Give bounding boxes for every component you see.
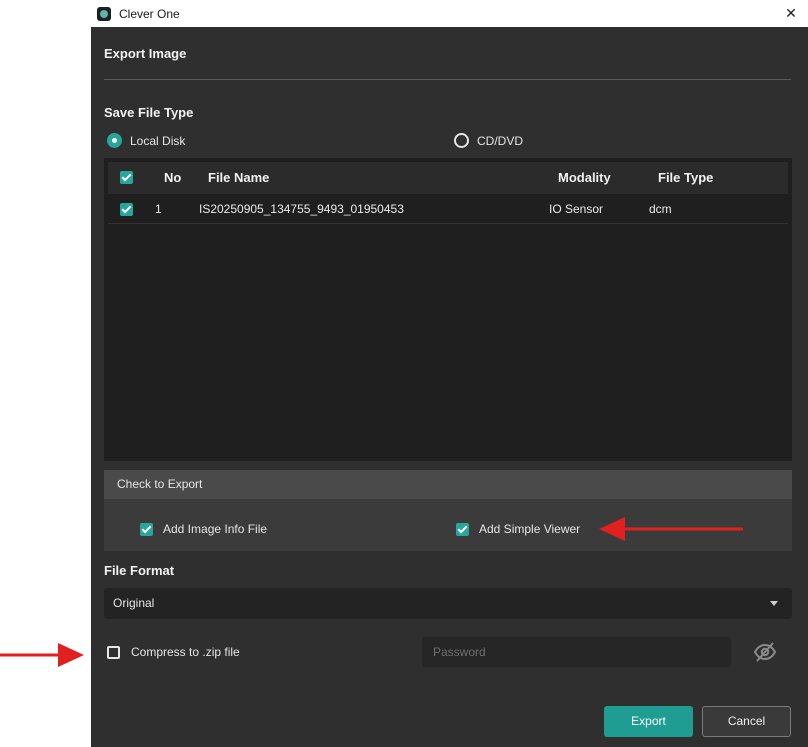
checkbox-box[interactable] [107, 645, 120, 659]
checkbox-add-image-info[interactable]: Add Image Info File [140, 522, 267, 536]
file-format-select[interactable]: Original [104, 588, 792, 619]
save-file-type-label: Save File Type [104, 105, 194, 120]
export-button[interactable]: Export [604, 706, 693, 737]
chevron-down-icon [770, 601, 778, 606]
cell-no: 1 [155, 202, 162, 216]
row-checkbox[interactable] [120, 203, 133, 216]
file-format-label: File Format [104, 563, 175, 578]
column-header-file-type[interactable]: File Type [658, 162, 713, 194]
add-image-info-label: Add Image Info File [163, 522, 268, 536]
close-icon[interactable]: ✕ [782, 4, 800, 22]
cancel-button[interactable]: Cancel [702, 706, 791, 737]
checkbox-compress-zip[interactable]: Compress to .zip file [107, 645, 240, 659]
radio-cd-dvd-label: CD/DVD [477, 133, 524, 148]
radio-dot [107, 133, 122, 148]
password-input[interactable] [422, 637, 731, 667]
radio-local-disk[interactable]: Local Disk [107, 133, 185, 148]
title-divider [104, 79, 791, 80]
annotation-arrow-right-icon [0, 643, 84, 667]
export-dialog: Export Image Save File Type Local Disk C… [91, 27, 808, 747]
eye-off-icon[interactable] [753, 640, 777, 664]
table-row[interactable]: 1 IS20250905_134755_9493_01950453 IO Sen… [108, 195, 788, 224]
column-header-modality[interactable]: Modality [558, 162, 611, 194]
column-header-file-name[interactable]: File Name [208, 162, 269, 194]
cell-file-name: IS20250905_134755_9493_01950453 [199, 202, 404, 216]
annotation-arrow-left-icon [599, 517, 743, 541]
radio-cd-dvd[interactable]: CD/DVD [454, 133, 523, 148]
radio-dot [454, 133, 469, 148]
cell-file-type: dcm [649, 202, 672, 216]
app-logo-icon [97, 6, 111, 21]
select-all-checkbox[interactable] [120, 171, 133, 184]
check-to-export-header: Check to Export [104, 470, 792, 499]
file-format-value: Original [113, 596, 155, 610]
check-to-export-label: Check to Export [117, 477, 203, 491]
radio-local-disk-label: Local Disk [130, 133, 186, 148]
window-titlebar: Clever One ✕ [91, 0, 808, 27]
checkbox-box[interactable] [140, 522, 153, 536]
column-header-no[interactable]: No [164, 162, 181, 194]
add-simple-viewer-label: Add Simple Viewer [479, 522, 581, 536]
file-table: No File Name Modality File Type 1 IS2025… [104, 158, 792, 461]
table-header: No File Name Modality File Type [108, 162, 788, 194]
dialog-title: Export Image [104, 46, 187, 61]
checkbox-box[interactable] [456, 522, 469, 536]
window-title: Clever One [119, 6, 180, 21]
cell-modality: IO Sensor [549, 202, 604, 216]
checkbox-add-simple-viewer[interactable]: Add Simple Viewer [456, 522, 580, 536]
compress-zip-label: Compress to .zip file [131, 645, 240, 659]
